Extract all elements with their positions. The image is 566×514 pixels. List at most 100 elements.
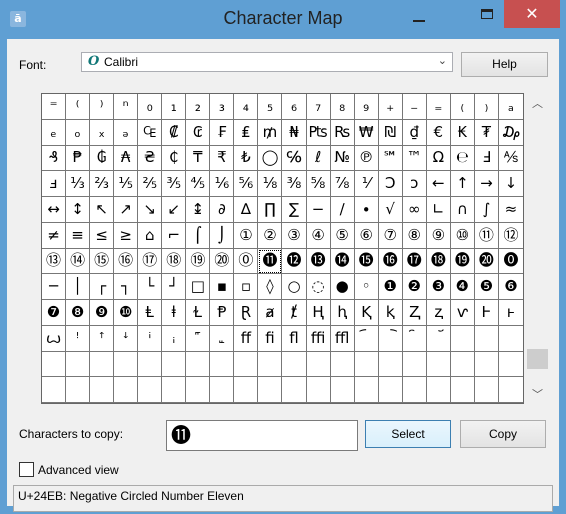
character-cell[interactable] [354, 377, 379, 403]
character-cell[interactable]: ⑳ [210, 248, 235, 275]
character-cell[interactable]: Ↄ [378, 171, 403, 197]
character-cell[interactable] [306, 377, 331, 403]
character-cell[interactable]: ↓ [498, 171, 523, 197]
character-cell[interactable]: ↑ [450, 171, 475, 197]
character-cell[interactable]: ₴ [138, 145, 163, 172]
character-cell[interactable]: ↕ [66, 197, 91, 223]
character-cell[interactable]: ⑱ [162, 248, 187, 275]
character-cell[interactable]: ⅖ [138, 171, 163, 197]
character-cell[interactable]: ⑨ [426, 222, 451, 249]
character-cell[interactable]: ꜡ [210, 325, 235, 352]
character-cell[interactable]: ₣ [210, 119, 235, 146]
character-cell[interactable]: ⱶ [498, 300, 523, 326]
character-cell[interactable] [330, 377, 355, 403]
character-cell[interactable]: Ɫ [186, 300, 211, 326]
select-button[interactable]: Select [365, 420, 451, 448]
character-cell[interactable]: Ⱪ [354, 300, 379, 326]
character-cell[interactable]: ₫ [402, 119, 427, 146]
character-cell[interactable]: ⅟ [354, 171, 379, 197]
character-cell[interactable]: ℗ [354, 145, 379, 172]
character-cell[interactable] [330, 351, 355, 378]
character-cell[interactable] [378, 377, 403, 403]
character-cell[interactable] [450, 377, 475, 403]
character-cell[interactable]: ⱨ [330, 300, 355, 326]
character-cell[interactable] [258, 351, 283, 378]
character-cell[interactable]: ⅛ [258, 171, 283, 197]
character-cell[interactable]: │ [66, 274, 91, 300]
character-cell[interactable]: ⓭ [306, 248, 331, 275]
character-cell[interactable] [378, 351, 403, 378]
advanced-view-checkbox[interactable] [19, 462, 34, 477]
character-cell[interactable]: ▪ [210, 274, 235, 300]
character-cell[interactable]: ₐ [498, 94, 523, 120]
character-cell[interactable]: ⱦ [282, 300, 307, 326]
character-cell[interactable]: ❸ [426, 274, 451, 300]
character-cell[interactable]: ₉ [354, 94, 379, 120]
character-cell[interactable]: ┌ [90, 274, 115, 300]
character-cell[interactable]: ⓳ [450, 248, 475, 275]
character-cell[interactable]: ③ [282, 222, 307, 249]
character-cell[interactable]: ↗ [114, 197, 139, 223]
character-cell[interactable]: ⓿ [498, 249, 523, 275]
character-cell[interactable]: ┘ [162, 274, 187, 300]
character-cell[interactable]: ⑫ [498, 223, 523, 249]
character-cell[interactable]: ₺ [234, 145, 259, 172]
character-cell[interactable]: ↘ [138, 197, 163, 223]
character-cell[interactable]: ₨ [330, 119, 355, 146]
character-cell[interactable]: ₦ [282, 119, 307, 146]
character-cell[interactable]: ⌠ [186, 222, 211, 249]
scroll-down-icon[interactable]: ﹀ [527, 386, 548, 402]
character-cell[interactable] [66, 351, 91, 378]
grid-scrollbar[interactable]: ︿ ﹀ [527, 93, 548, 404]
character-cell[interactable]: ⑦ [378, 222, 403, 249]
character-cell[interactable]: ₆ [282, 94, 307, 120]
character-cell[interactable]: ⱪ [378, 300, 403, 326]
character-cell[interactable]: − [306, 197, 331, 223]
character-cell[interactable]: ₀ [138, 94, 163, 120]
character-cell[interactable]: ① [234, 222, 259, 249]
character-cell[interactable]: ≠ [42, 222, 67, 249]
character-cell[interactable]: ≥ [114, 222, 139, 249]
character-cell[interactable]: ₃ [210, 94, 235, 120]
character-cell[interactable]: ⑬ [42, 248, 67, 275]
minimize-button[interactable] [402, 0, 448, 29]
character-cell[interactable]: Ⱬ [402, 300, 427, 326]
character-cell[interactable]: ₯ [498, 120, 523, 146]
character-cell[interactable]: ∕ [330, 197, 355, 223]
character-cell[interactable]: ﬂ [282, 325, 307, 352]
character-cell[interactable]: ⅜ [282, 171, 307, 197]
close-button[interactable]: ✕ [504, 0, 560, 28]
character-cell[interactable]: ₭ [450, 119, 475, 146]
character-cell[interactable]: ⅞ [330, 171, 355, 197]
character-cell[interactable]: ₸ [186, 145, 211, 172]
character-cell[interactable]: Ⅎ [474, 145, 499, 172]
character-cell[interactable]: Ω [426, 145, 451, 172]
character-cell[interactable]: ∟ [426, 197, 451, 223]
character-cell[interactable] [498, 352, 523, 378]
character-cell[interactable]: ⅓ [66, 171, 91, 197]
character-cell[interactable]: ┐ [114, 274, 139, 300]
character-cell[interactable]: ₍ [450, 94, 475, 120]
character-cell[interactable]: ⓫ [258, 248, 283, 275]
character-cell[interactable]: ∑ [282, 197, 307, 223]
character-cell[interactable]: ﬃ [306, 325, 331, 352]
character-cell[interactable] [42, 351, 67, 378]
character-cell[interactable]: ⑯ [114, 248, 139, 275]
character-cell[interactable]: ꜠ [186, 325, 211, 352]
character-cell[interactable]: ⁽ [66, 94, 91, 120]
character-cell[interactable]: ﬁ [258, 325, 283, 352]
character-cell[interactable]: ⅕ [114, 171, 139, 197]
character-cell[interactable]: ₎ [474, 94, 499, 120]
character-cell[interactable]: ← [426, 171, 451, 197]
character-cell[interactable]: ₒ [66, 119, 91, 146]
character-cell[interactable] [498, 377, 523, 403]
character-cell[interactable]: ꜜ [114, 325, 139, 352]
character-cell[interactable]: ₵ [162, 145, 187, 172]
character-cell[interactable]: ₔ [114, 119, 139, 146]
character-cell[interactable] [450, 351, 475, 378]
character-cell[interactable]: ─ [42, 274, 67, 300]
character-cell[interactable]: ④ [306, 222, 331, 249]
character-cell[interactable]: ₡ [162, 119, 187, 146]
character-cell[interactable]: ꙍ [42, 325, 67, 352]
character-cell[interactable]: ⌐ [162, 222, 187, 249]
